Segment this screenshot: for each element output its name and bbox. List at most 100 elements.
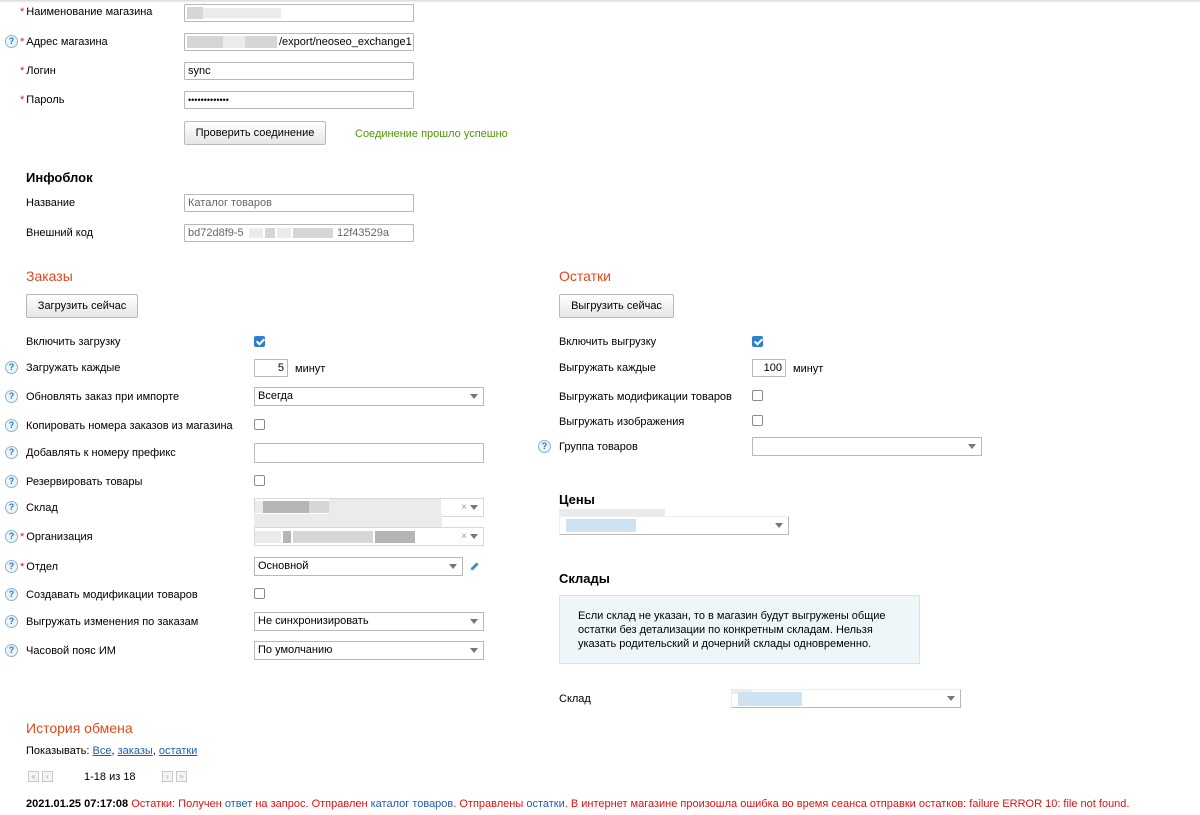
help-icon[interactable]: ? — [5, 419, 18, 432]
copy-numbers-checkbox[interactable] — [254, 419, 265, 430]
help-icon[interactable]: ? — [5, 35, 18, 48]
export-mods-checkbox[interactable] — [752, 390, 763, 401]
stock-enable-checkbox[interactable] — [752, 336, 763, 347]
log-stock-link[interactable]: остатки — [526, 798, 564, 810]
store-address-field[interactable]: /export/neoseo_exchange1 — [184, 33, 414, 51]
history-title: История обмена — [26, 720, 133, 736]
help-icon[interactable]: ? — [538, 440, 551, 453]
history-filter: Показывать: Все, заказы, остатки — [26, 744, 197, 758]
help-icon[interactable]: ? — [5, 560, 18, 573]
filter-all-link[interactable]: Все — [93, 745, 112, 757]
prices-title: Цены — [559, 492, 595, 507]
redacted-block — [223, 36, 245, 48]
help-icon[interactable]: ? — [5, 361, 18, 374]
stock-warehouse-select[interactable] — [731, 689, 961, 708]
external-code-field[interactable]: bd72d8f9-5 12f43529a — [184, 224, 414, 242]
redacted-block — [283, 531, 291, 543]
filter-stock-link[interactable]: остатки — [159, 745, 197, 757]
help-icon[interactable]: ? — [5, 390, 18, 403]
help-icon[interactable]: ? — [5, 644, 18, 657]
external-code-prefix: bd72d8f9-5 — [188, 227, 244, 239]
chevron-down-icon — [449, 564, 457, 569]
reserve-label: Резервировать товары — [26, 476, 143, 488]
export-changes-select[interactable]: Не синхронизировать — [254, 612, 484, 631]
organization-select[interactable]: × — [254, 527, 484, 546]
stock-interval-label: Выгружать каждые — [559, 362, 656, 374]
orders-interval-input[interactable]: 5 — [254, 359, 288, 377]
update-order-value: Всегда — [258, 390, 294, 402]
orders-title: Заказы — [26, 268, 73, 284]
help-icon[interactable]: ? — [5, 475, 18, 488]
create-mods-checkbox[interactable] — [254, 588, 265, 599]
redacted-block — [738, 692, 802, 706]
help-icon[interactable]: ? — [5, 615, 18, 628]
redacted-block — [187, 7, 203, 19]
export-now-button[interactable]: Выгрузить сейчас — [559, 294, 674, 318]
chevron-down-icon — [470, 619, 478, 624]
login-field[interactable]: sync — [184, 62, 414, 80]
timezone-select[interactable]: По умолчанию — [254, 641, 484, 660]
help-icon[interactable]: ? — [5, 530, 18, 543]
chevron-down-icon — [968, 444, 976, 449]
help-icon[interactable]: ? — [5, 588, 18, 601]
check-connection-button[interactable]: Проверить соединение — [184, 121, 326, 145]
log-catalog-link[interactable]: каталог товаров — [371, 798, 454, 810]
update-order-select[interactable]: Всегда — [254, 387, 484, 406]
product-group-label: Группа товаров — [559, 441, 638, 453]
stock-title: Остатки — [559, 268, 611, 284]
log-text-1: Остатки: Получен — [131, 798, 222, 810]
redacted-block — [255, 501, 263, 513]
product-group-select[interactable] — [752, 437, 982, 456]
prefix-label: Добавлять к номеру префикс — [26, 447, 176, 459]
orders-enable-checkbox[interactable] — [254, 336, 265, 347]
chevron-down-icon — [470, 394, 478, 399]
last-page-icon[interactable]: » — [176, 771, 187, 782]
pagination-info: 1-18 из 18 — [84, 771, 136, 783]
infoblock-name-label: Название — [26, 197, 76, 209]
chevron-down-icon — [470, 648, 478, 653]
external-code-label: Внешний код — [26, 227, 94, 239]
log-text-7: . В интернет магазине произошла ошибка в… — [564, 798, 1130, 810]
export-images-checkbox[interactable] — [752, 415, 763, 426]
store-name-field[interactable] — [184, 4, 414, 22]
department-select[interactable]: Основной — [254, 557, 463, 576]
password-field[interactable]: ••••••••••••• — [184, 91, 414, 109]
export-mods-label: Выгружать модификации товаров — [559, 391, 732, 403]
warehouses-info-box: Если склад не указан, то в магазин будут… — [559, 595, 920, 664]
orders-interval-unit: минут — [295, 363, 326, 375]
first-page-icon[interactable]: « — [28, 771, 39, 782]
infoblock-name-field[interactable]: Каталог товаров — [184, 194, 414, 212]
prices-select[interactable] — [559, 516, 789, 535]
redacted-block — [203, 8, 281, 18]
connection-status: Соединение прошло успешно — [355, 128, 508, 140]
next-page-icon[interactable]: › — [162, 771, 173, 782]
help-icon[interactable]: ? — [5, 446, 18, 459]
prefix-input[interactable] — [254, 443, 484, 463]
log-response-link[interactable]: ответ — [225, 798, 252, 810]
stock-interval-input[interactable]: 100 — [752, 359, 786, 377]
department-label: * Отдел — [20, 561, 59, 573]
clear-icon[interactable]: × — [461, 530, 467, 544]
filter-separator: , — [152, 745, 156, 757]
redacted-block — [309, 501, 329, 513]
prev-page-icon[interactable]: ‹ — [42, 771, 53, 782]
stock-enable-label: Включить выгрузку — [559, 336, 657, 348]
filter-orders-link[interactable]: заказы — [118, 745, 153, 757]
load-now-button[interactable]: Загрузить сейчас — [26, 294, 138, 318]
edit-pencil-icon[interactable] — [470, 562, 479, 571]
log-date: 2021.01.25 07:17:08 — [26, 798, 129, 810]
chevron-down-icon — [470, 534, 478, 539]
password-label: * Пароль — [20, 94, 65, 106]
orders-enable-label: Включить загрузку — [26, 336, 121, 348]
redacted-block — [255, 531, 281, 543]
show-label: Показывать: — [26, 745, 90, 757]
store-address-value: /export/neoseo_exchange1 — [279, 36, 412, 48]
clear-icon[interactable]: × — [461, 501, 467, 515]
update-order-label: Обновлять заказ при импорте — [26, 391, 180, 403]
reserve-checkbox[interactable] — [254, 475, 265, 486]
redacted-block — [254, 514, 442, 528]
stock-interval-unit: минут — [793, 363, 824, 375]
timezone-value: По умолчанию — [258, 644, 333, 656]
department-value: Основной — [258, 560, 309, 572]
help-icon[interactable]: ? — [5, 501, 18, 514]
